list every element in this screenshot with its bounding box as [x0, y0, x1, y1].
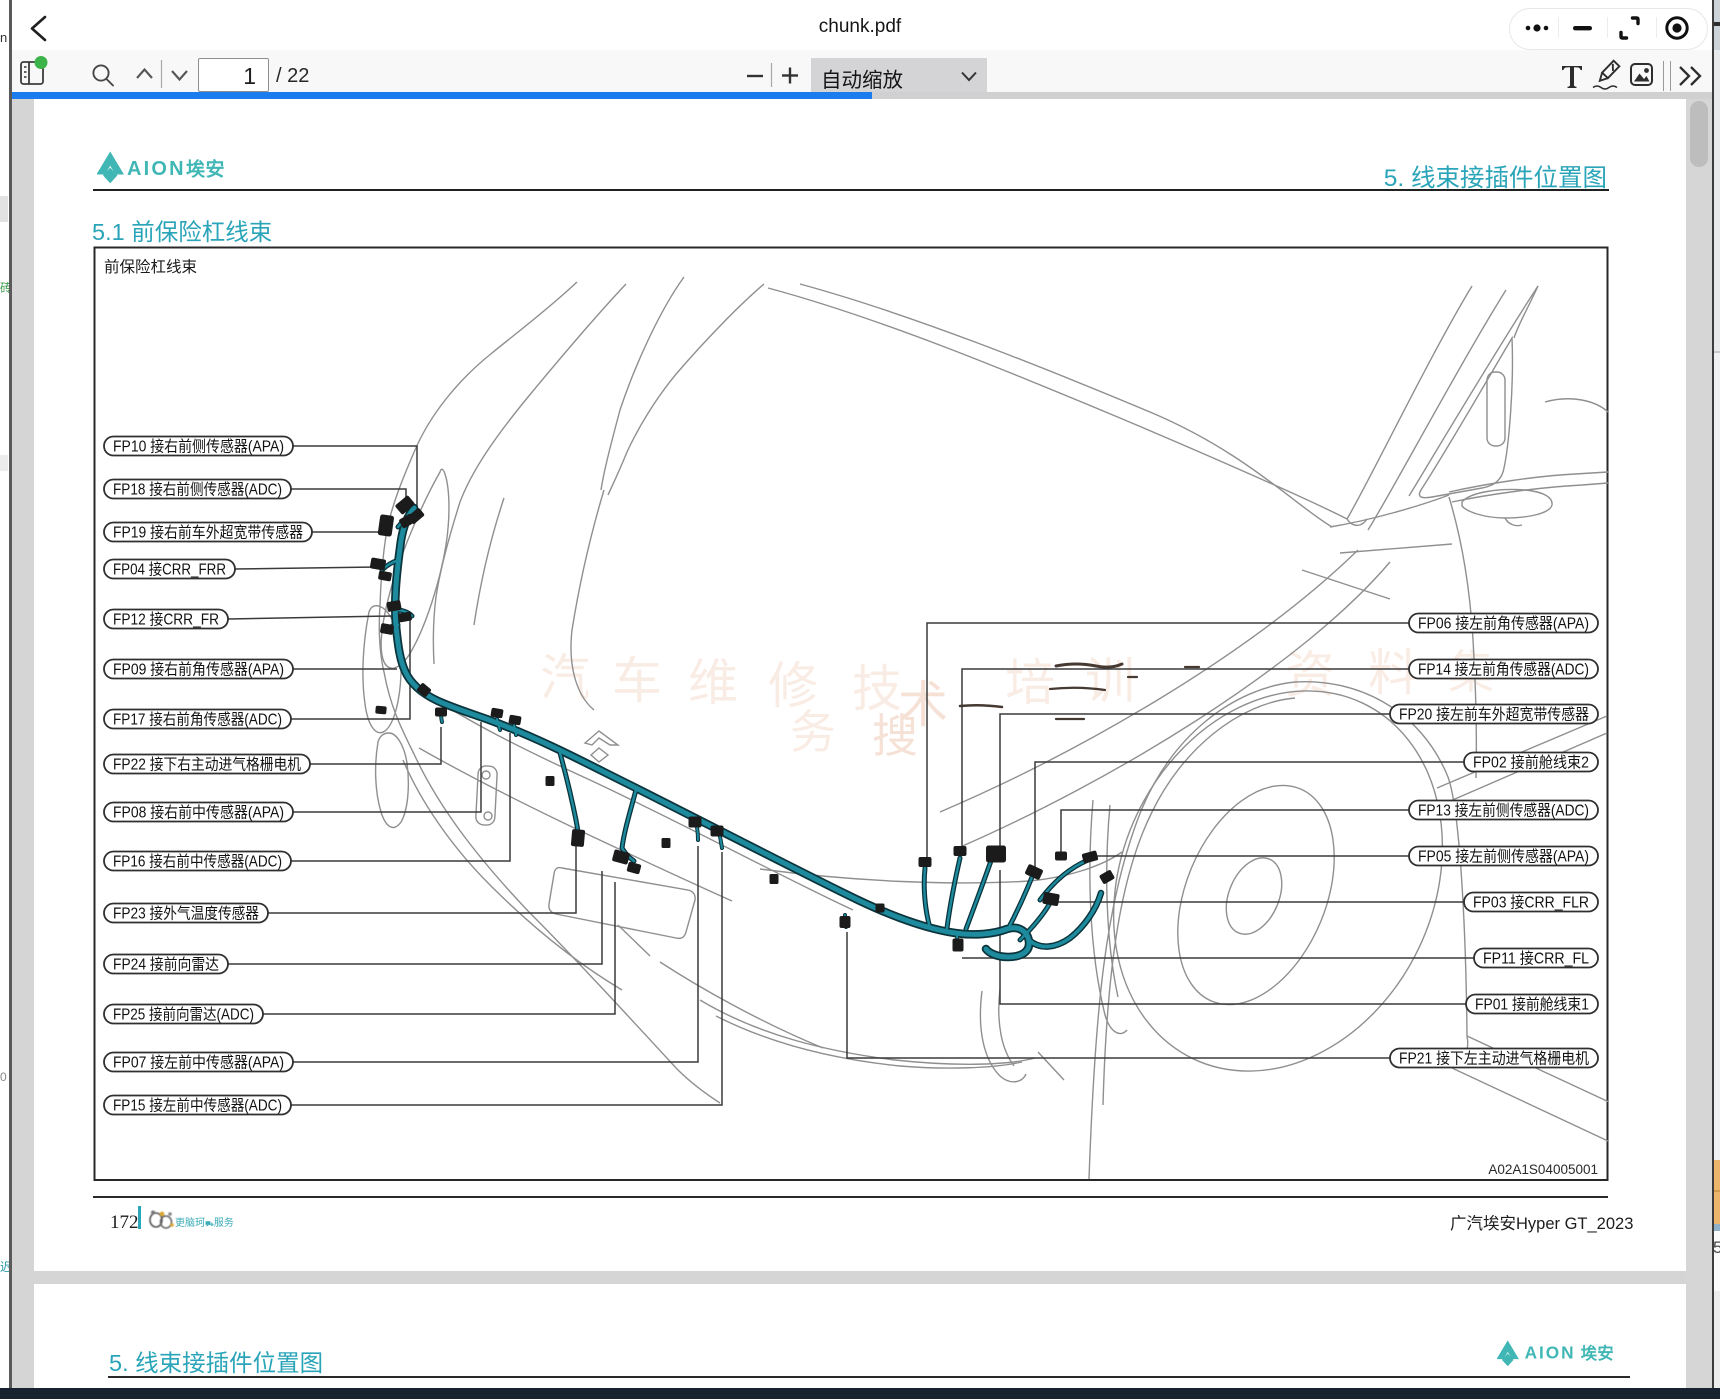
svg-text:培: 培 [1005, 655, 1055, 711]
svg-text:FP24 接前向雷达: FP24 接前向雷达 [113, 956, 219, 974]
svg-text:FP20 接左前车外超宽带传感器: FP20 接左前车外超宽带传感器 [1399, 706, 1589, 724]
svg-text:FP03 接CRR_FLR: FP03 接CRR_FLR [1473, 894, 1589, 912]
svg-text:FP11 接CRR_FL: FP11 接CRR_FL [1483, 950, 1589, 968]
svg-text:FP01 接前舱线束1: FP01 接前舱线束1 [1475, 996, 1589, 1014]
svg-text:FP02 接前舱线束2: FP02 接前舱线束2 [1473, 754, 1589, 772]
svg-text:FP08 接右前中传感器(APA): FP08 接右前中传感器(APA) [113, 804, 284, 822]
svg-text:搜: 搜 [872, 710, 918, 762]
svg-text:FP05 接左前侧传感器(APA): FP05 接左前侧传感器(APA) [1418, 848, 1589, 866]
svg-text:A02A1S04005001: A02A1S04005001 [1488, 1162, 1598, 1177]
svg-text:前保险杠线束: 前保险杠线束 [104, 258, 197, 276]
svg-text:FP06 接左前角传感器(APA): FP06 接左前角传感器(APA) [1418, 615, 1589, 633]
svg-text:AION: AION [127, 158, 186, 180]
svg-text:FP22 接下右主动进气格栅电机: FP22 接下右主动进气格栅电机 [113, 756, 301, 774]
svg-text:技: 技 [852, 661, 902, 717]
svg-text:FP09 接右前角传感器(APA): FP09 接右前角传感器(APA) [113, 661, 284, 679]
svg-text:FP13 接左前侧传感器(ADC): FP13 接左前侧传感器(ADC) [1418, 802, 1589, 820]
svg-text:车: 车 [612, 653, 662, 709]
svg-text:FP14 接左前角传感器(ADC): FP14 接左前角传感器(ADC) [1418, 661, 1589, 679]
svg-text:资: 资 [1285, 647, 1335, 703]
svg-text:FP21 接下左主动进气格栅电机: FP21 接下左主动进气格栅电机 [1399, 1050, 1589, 1068]
svg-text:FP19 接右前车外超宽带传感器: FP19 接右前车外超宽带传感器 [113, 524, 303, 542]
svg-text:AION: AION [1525, 1343, 1576, 1363]
svg-text:FP04 接CRR_FRR: FP04 接CRR_FRR [113, 561, 226, 579]
svg-text:FP10 接右前侧传感器(APA): FP10 接右前侧传感器(APA) [113, 438, 284, 456]
svg-text:训: 训 [1085, 653, 1135, 709]
svg-text:FP12 接CRR_FR: FP12 接CRR_FR [113, 611, 219, 629]
svg-text:FP17 接右前角传感器(ADC): FP17 接右前角传感器(ADC) [113, 711, 282, 729]
svg-text:埃安: 埃安 [186, 158, 225, 181]
svg-text:FP25 接前向雷达(ADC): FP25 接前向雷达(ADC) [113, 1006, 254, 1024]
svg-text:FP18 接右前侧传感器(ADC): FP18 接右前侧传感器(ADC) [113, 481, 282, 499]
svg-text:FP15 接左前中传感器(ADC): FP15 接左前中传感器(ADC) [113, 1097, 282, 1115]
svg-text:务: 务 [790, 706, 836, 758]
svg-text:FP23 接外气温度传感器: FP23 接外气温度传感器 [113, 905, 259, 923]
svg-text:FP07 接左前中传感器(APA): FP07 接左前中传感器(APA) [113, 1054, 284, 1072]
svg-text:FP16 接右前中传感器(ADC): FP16 接右前中传感器(ADC) [113, 853, 282, 871]
svg-text:维: 维 [688, 655, 738, 711]
svg-text:埃安: 埃安 [1581, 1344, 1614, 1363]
